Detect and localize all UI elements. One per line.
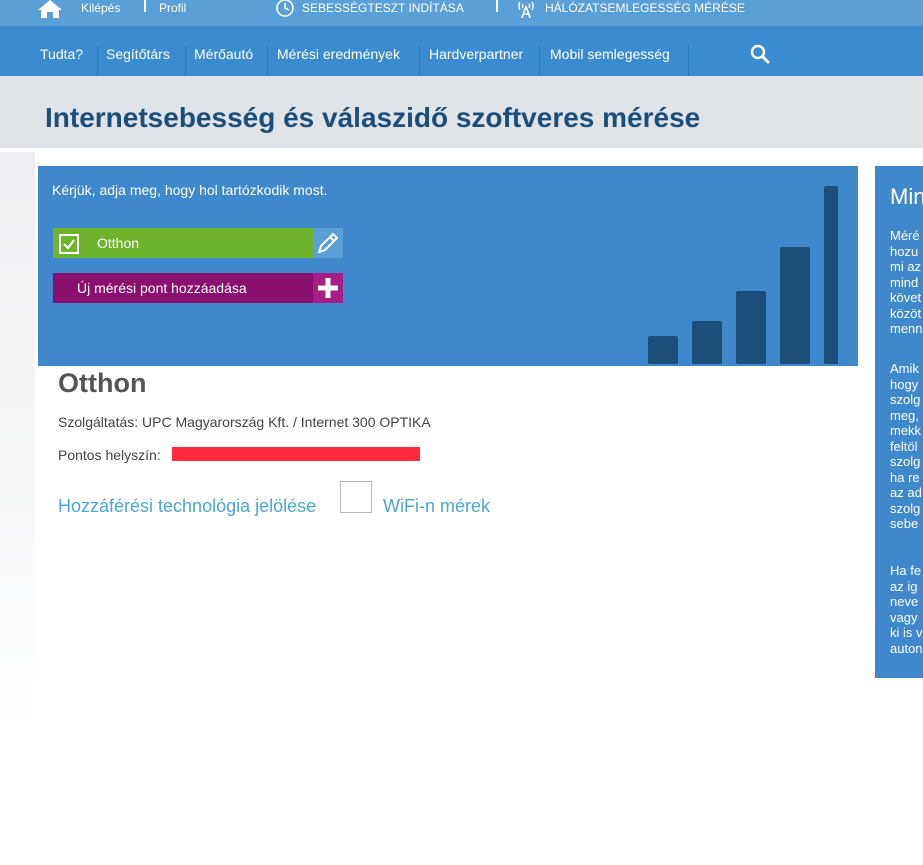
location-button-otthon[interactable]: Otthon — [53, 228, 343, 258]
wifi-label[interactable]: WiFi-n mérek — [383, 496, 490, 517]
signal-bar — [824, 186, 838, 364]
location-prompt: Kérjük, adja meg, hogy hol tartózkodik m… — [52, 182, 328, 198]
add-measurement-point-button[interactable]: Új mérési pont hozzáadása — [53, 273, 343, 303]
signal-bar — [648, 336, 678, 364]
clock-icon — [275, 0, 295, 23]
signal-bar — [736, 291, 766, 364]
divider — [496, 0, 498, 12]
side-panel-title: Min — [890, 184, 923, 209]
signal-bar — [780, 247, 810, 364]
nav-item-hardverpartner[interactable]: Hardverpartner — [429, 45, 523, 63]
nav-item-meroauto[interactable]: Mérőautó — [194, 45, 253, 63]
nav-item-mobil-semlegesseg[interactable]: Mobil semlegesség — [550, 45, 670, 63]
profile-link[interactable]: Profil — [159, 0, 186, 18]
service-text: Szolgáltatás: UPC Magyarország Kft. / In… — [58, 414, 431, 430]
divider — [144, 0, 146, 12]
antenna-icon — [515, 0, 537, 23]
side-panel-paragraph: Amik hogy szolg meg, mekk feltöl szolg h… — [890, 361, 922, 531]
side-panel-paragraph: Ha fe az ig neve vagy ki is v auton — [890, 563, 923, 656]
top-utility-bar: Kilépés Profil SEBESSÉGTESZT INDÍTÁSA HÁ… — [0, 0, 923, 26]
location-title: Otthon — [58, 368, 147, 398]
left-gradient-strip — [0, 152, 35, 732]
nav-divider — [185, 46, 186, 78]
nav-divider — [688, 46, 689, 78]
search-icon[interactable] — [750, 44, 770, 69]
page-title: Internetsebesség és válaszidő szoftveres… — [45, 102, 701, 133]
nav-item-segitotars[interactable]: Segítőtárs — [106, 45, 170, 63]
checkbox-checked-icon[interactable] — [59, 234, 79, 254]
add-button-label: Új mérési pont hozzáadása — [77, 280, 247, 296]
nav-item-tudta[interactable]: Tudta? — [40, 45, 83, 63]
nav-divider — [267, 46, 268, 78]
redacted-location — [172, 447, 420, 461]
plus-icon[interactable] — [313, 273, 343, 303]
speedtest-link[interactable]: SEBESSÉGTESZT INDÍTÁSA — [302, 0, 464, 18]
exact-location-label: Pontos helyszín: — [58, 447, 161, 463]
wifi-checkbox[interactable] — [340, 481, 372, 513]
location-panel: Kérjük, adja meg, hogy hol tartózkodik m… — [38, 166, 858, 366]
logout-link[interactable]: Kilépés — [81, 0, 120, 18]
nav-item-meresi-eredmenyek[interactable]: Mérési eredmények — [277, 45, 400, 63]
neutrality-link[interactable]: HÁLÓZATSEMLEGESSÉG MÉRÉSE — [545, 0, 745, 18]
side-panel-paragraph: Méré hozu mi az mind követ közöt menn — [890, 228, 923, 336]
nav-divider — [97, 46, 98, 78]
location-button-label: Otthon — [97, 235, 140, 251]
signal-strength-graphic — [648, 186, 838, 364]
main-nav: Tudta? Segítőtárs Mérőautó Mérési eredmé… — [0, 26, 923, 78]
info-side-panel: Min Méré hozu mi az mind követ közöt men… — [875, 166, 923, 678]
nav-divider — [539, 46, 540, 78]
home-icon[interactable] — [38, 0, 62, 23]
signal-bar — [692, 321, 722, 364]
access-technology-link[interactable]: Hozzáférési technológia jelölése — [58, 496, 316, 517]
pencil-icon[interactable] — [313, 228, 343, 258]
nav-divider — [419, 46, 420, 78]
